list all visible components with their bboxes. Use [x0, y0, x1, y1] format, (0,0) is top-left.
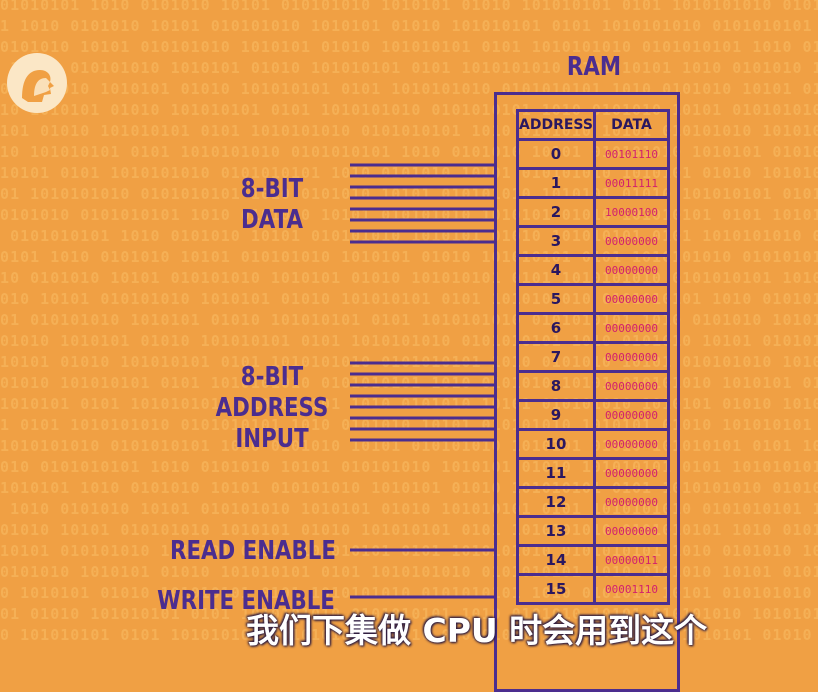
- address-cell: 7: [516, 341, 596, 373]
- address-label-line: ADDRESS: [215, 393, 329, 423]
- address-cell: 8: [516, 370, 596, 402]
- address-cell: 1: [516, 167, 596, 199]
- data-cell: 00000000: [592, 370, 670, 402]
- address-label-line: 8-BIT: [240, 362, 304, 392]
- address-cell: 10: [516, 428, 596, 460]
- data-column-header: DATA: [592, 109, 670, 141]
- table-row: 9 00000000: [516, 399, 670, 431]
- table-row: 8 00000000: [516, 370, 670, 402]
- table-row: 1 00011111: [516, 167, 670, 199]
- table-row: 15 00001110: [516, 573, 670, 605]
- data-cell: 00001110: [592, 573, 670, 605]
- data-cell: 10000100: [592, 196, 670, 228]
- table-row: 6 00000000: [516, 312, 670, 344]
- ram-title: RAM: [566, 52, 622, 82]
- address-cell: 11: [516, 457, 596, 489]
- data-cell: 00000011: [592, 544, 670, 576]
- address-cell: 6: [516, 312, 596, 344]
- table-row: 2 10000100: [516, 196, 670, 228]
- table-row: 14 00000011: [516, 544, 670, 576]
- address-column-header: ADDRESS: [516, 109, 596, 141]
- address-cell: 0: [516, 138, 596, 170]
- address-cell: 14: [516, 544, 596, 576]
- memory-table: ADDRESS DATA 0 00101110 1 00011111 2 10000100…: [516, 109, 670, 605]
- address-cell: 9: [516, 399, 596, 431]
- data-bus-label-line: 8-BIT: [240, 174, 304, 204]
- table-row: 13 00000000: [516, 515, 670, 547]
- table-row: 10 00000000: [516, 428, 670, 460]
- table-header-row: ADDRESS DATA: [516, 109, 670, 141]
- data-cell: 00000000: [592, 486, 670, 518]
- address-cell: 13: [516, 515, 596, 547]
- wire-diagram: [350, 163, 496, 599]
- address-cell: 15: [516, 573, 596, 605]
- address-cell: 5: [516, 283, 596, 315]
- data-cell: 00000000: [592, 341, 670, 373]
- data-cell: 00000000: [592, 399, 670, 431]
- data-cell: 00011111: [592, 167, 670, 199]
- data-bus-label: 8-BIT DATA: [231, 174, 313, 236]
- data-cell: 00000000: [592, 225, 670, 257]
- data-cell: 00000000: [592, 457, 670, 489]
- data-cell: 00000000: [592, 254, 670, 286]
- address-cell: 12: [516, 486, 596, 518]
- table-row: 7 00000000: [516, 341, 670, 373]
- subtitle-caption: 我们下集做 CPU 时会用到这个: [246, 611, 708, 650]
- address-cell: 3: [516, 225, 596, 257]
- table-row: 4 00000000: [516, 254, 670, 286]
- table-row: 5 00000000: [516, 283, 670, 315]
- table-row: 11 00000000: [516, 457, 670, 489]
- address-input-label: 8-BIT ADDRESS INPUT: [213, 362, 331, 455]
- data-cell: 00000000: [592, 283, 670, 315]
- address-label-line: INPUT: [235, 424, 309, 454]
- table-row: 0 00101110: [516, 138, 670, 170]
- table-row: 3 00000000: [516, 225, 670, 257]
- table-row: 12 00000000: [516, 486, 670, 518]
- read-enable-label: READ ENABLE: [170, 536, 336, 566]
- data-cell: 00000000: [592, 312, 670, 344]
- data-cell: 00101110: [592, 138, 670, 170]
- data-bus-label-line: DATA: [241, 205, 303, 235]
- memory-table-body: 0 00101110 1 00011111 2 10000100 3 00000000 4 000…: [516, 138, 670, 605]
- data-cell: 00000000: [592, 428, 670, 460]
- address-cell: 2: [516, 196, 596, 228]
- data-cell: 00000000: [592, 515, 670, 547]
- address-cell: 4: [516, 254, 596, 286]
